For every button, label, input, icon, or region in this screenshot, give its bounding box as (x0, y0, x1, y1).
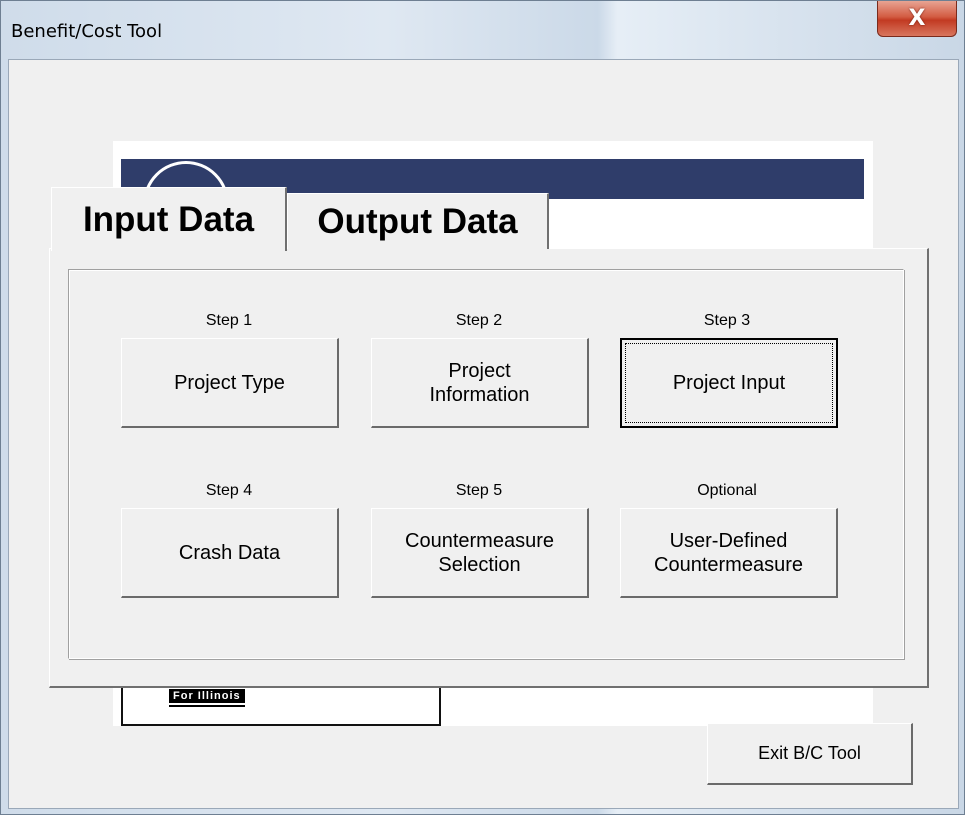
logo-text: For Illinois (169, 689, 245, 707)
step-4-label: Step 4 (205, 482, 253, 499)
window-title: Benefit/Cost Tool (11, 21, 163, 42)
countermeasure-selection-button[interactable]: Countermeasure Selection (371, 508, 589, 598)
tab-panel: Step 1 Project Type Step 2 Project Infor… (49, 248, 929, 688)
tab-input-data[interactable]: Input Data (51, 187, 287, 251)
title-bar[interactable]: Benefit/Cost Tool X (1, 1, 965, 59)
step-2-label: Step 2 (455, 312, 503, 329)
step-5-label: Step 5 (455, 482, 503, 499)
exit-button[interactable]: Exit B/C Tool (707, 723, 913, 785)
step-3-label: Step 3 (703, 312, 751, 329)
optional-label: Optional (697, 482, 757, 499)
close-icon: X (908, 6, 926, 31)
project-type-button[interactable]: Project Type (121, 338, 339, 428)
close-button[interactable]: X (877, 1, 957, 37)
project-input-button[interactable]: Project Input (620, 338, 838, 428)
steps-group: Step 1 Project Type Step 2 Project Infor… (68, 269, 904, 659)
project-information-button[interactable]: Project Information (371, 338, 589, 428)
crash-data-button[interactable]: Crash Data (121, 508, 339, 598)
user-defined-countermeasure-button[interactable]: User-Defined Countermeasure (620, 508, 838, 598)
app-window: Benefit/Cost Tool X For Illinois Input D… (0, 0, 965, 815)
step-1-label: Step 1 (205, 312, 253, 329)
tab-output-data[interactable]: Output Data (287, 193, 549, 249)
